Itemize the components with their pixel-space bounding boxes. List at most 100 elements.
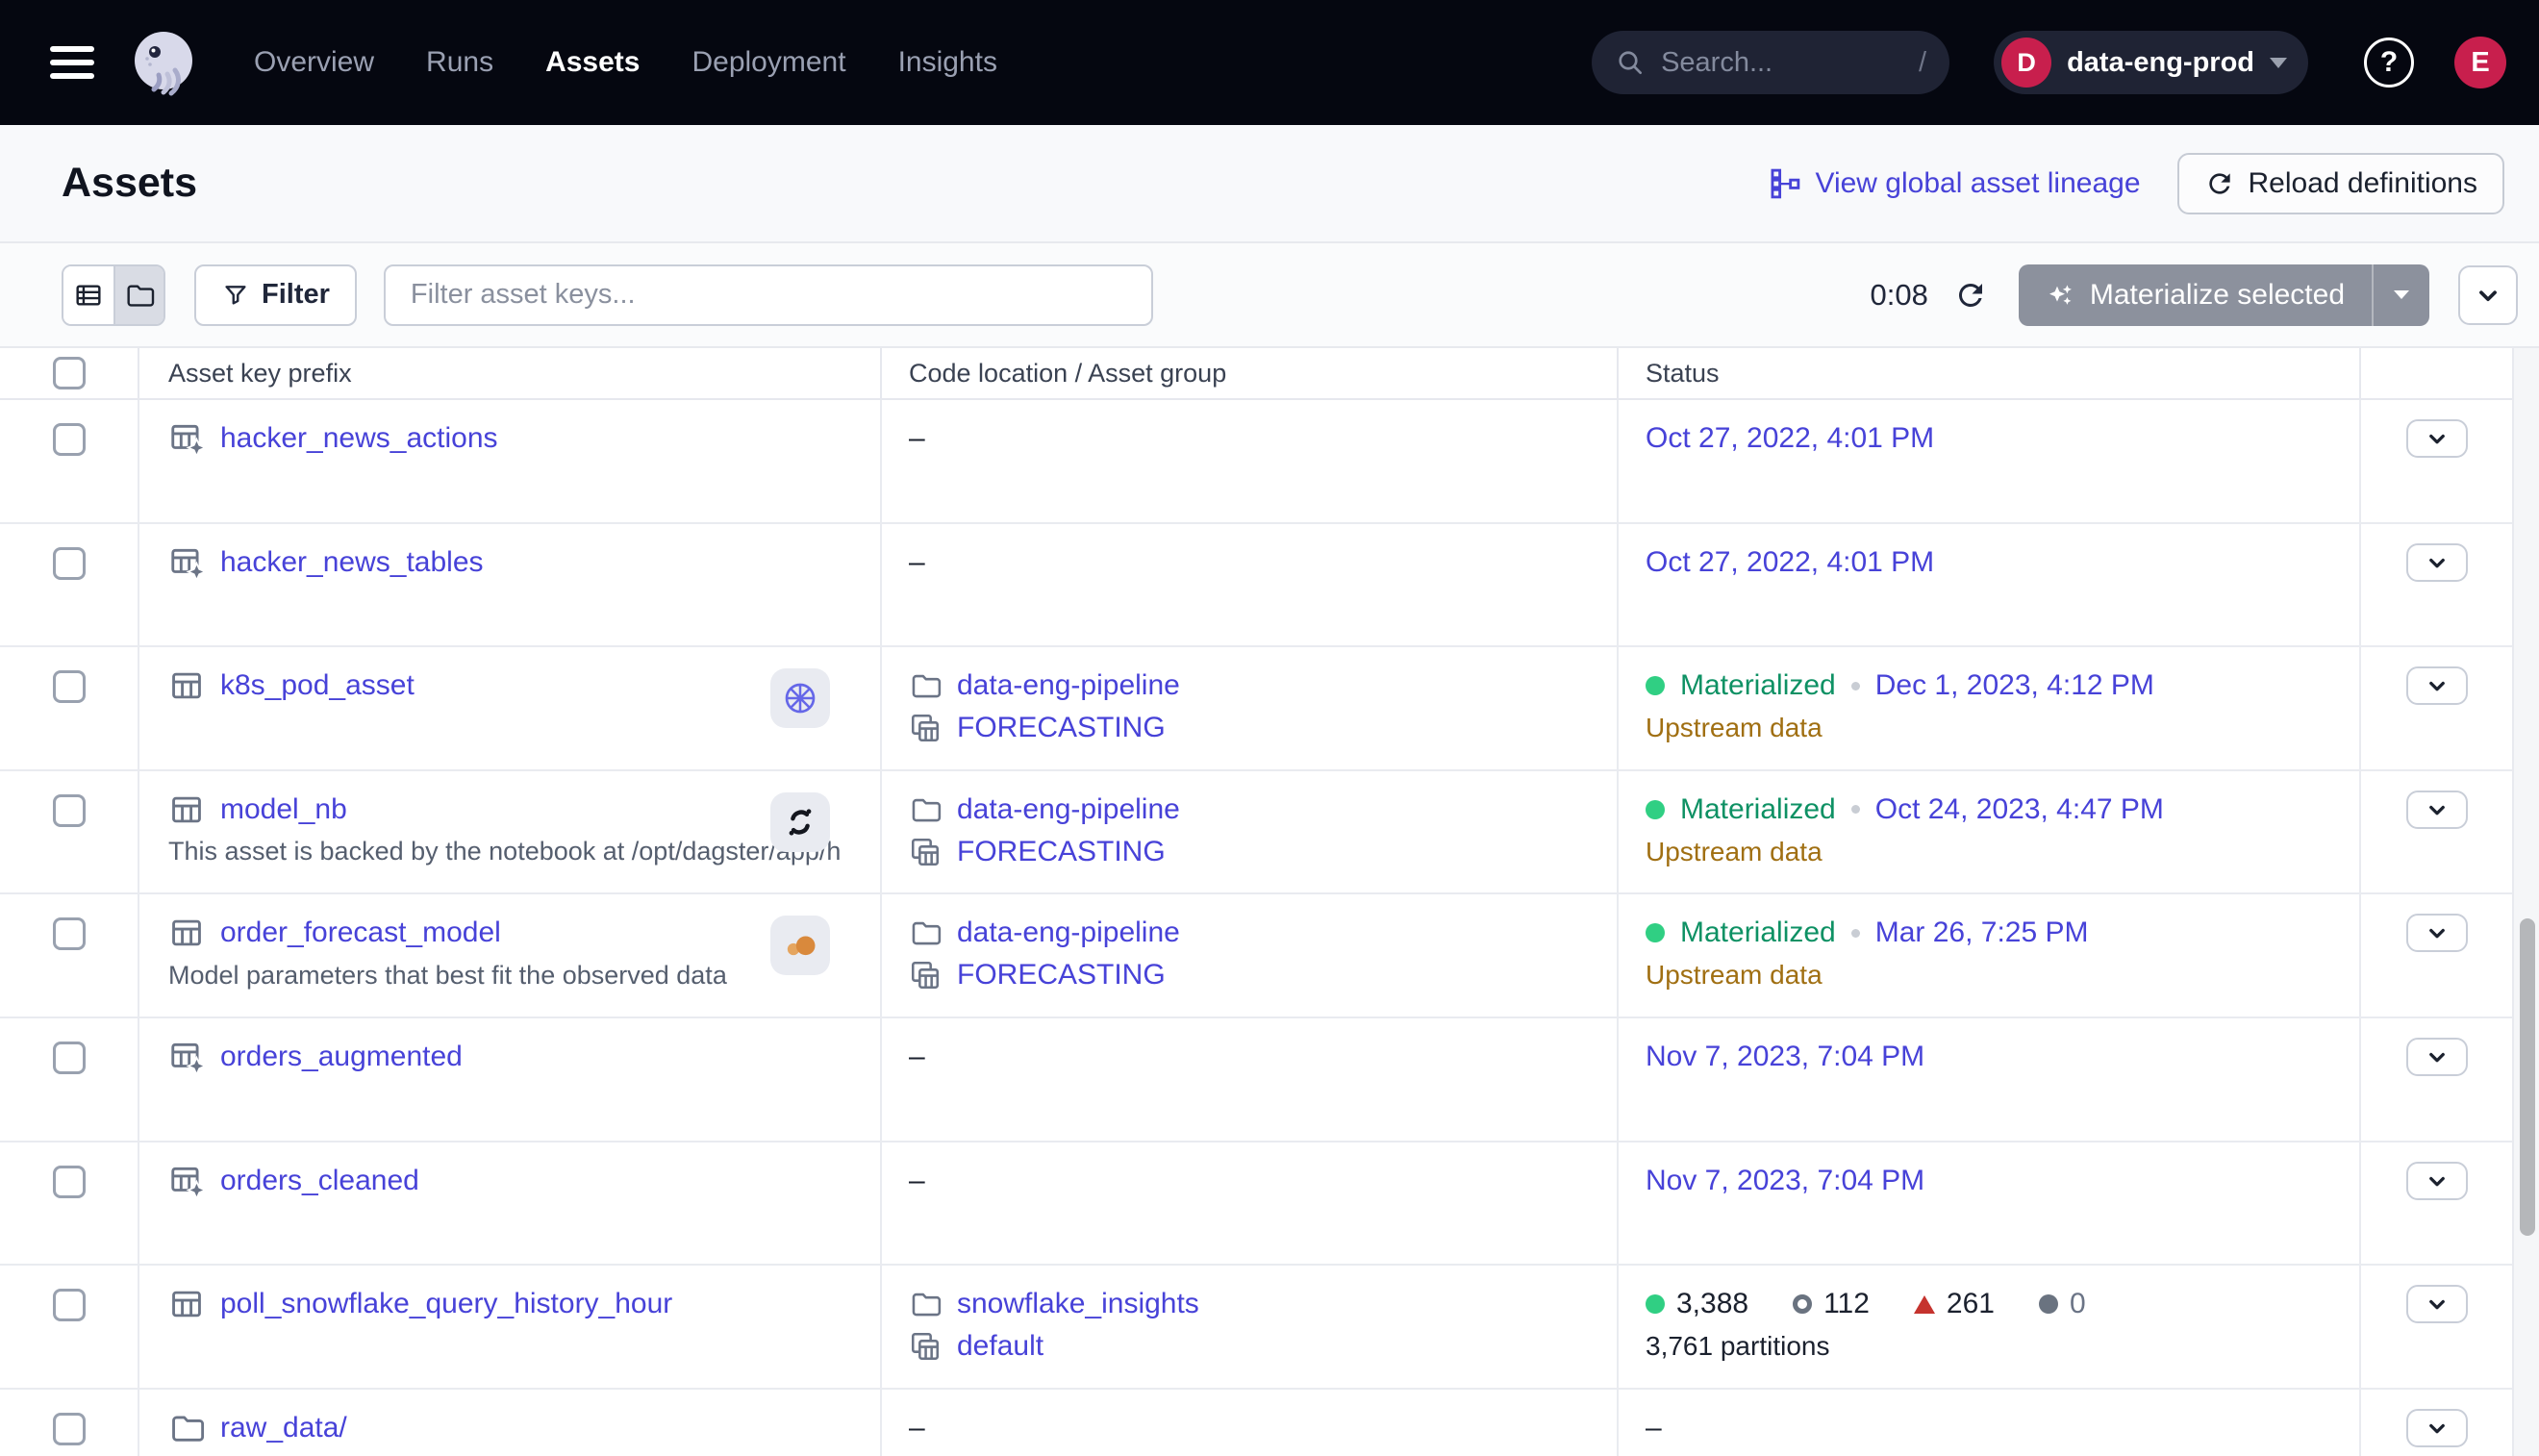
status-label: Materialized [1680,669,1836,702]
asset-key-link[interactable]: orders_cleaned [220,1165,419,1197]
row-checkbox[interactable] [53,1289,86,1321]
nav-right-group: Search... / D data-eng-prod ? E [1592,31,2506,94]
materialization-date-link[interactable]: Oct 27, 2022, 4:01 PM [1646,422,1934,455]
nav-item-runs[interactable]: Runs [426,46,493,79]
asset-key-link[interactable]: k8s_pod_asset [220,669,415,702]
asset-group-icon [909,836,942,868]
asset-key-link[interactable]: hacker_news_tables [220,546,484,579]
workspace-badge: D [2001,38,2051,88]
help-icon[interactable]: ? [2364,38,2414,88]
expand-row-button[interactable] [2406,1285,2468,1323]
scrollbar-track[interactable] [2512,348,2539,1456]
asset-group-link[interactable]: default [957,1330,1043,1363]
kubernetes-icon [781,679,819,717]
expand-row-button[interactable] [2406,666,2468,705]
code-location-link[interactable]: snowflake_insights [957,1288,1199,1320]
expand-row-button[interactable] [2406,543,2468,582]
nav-item-assets[interactable]: Assets [545,46,640,79]
filter-asset-keys-input[interactable] [384,264,1153,326]
reload-button-label: Reload definitions [2249,167,2478,200]
materialized-dot-icon [1646,800,1665,819]
scrollbar-thumb[interactable] [2520,918,2535,1236]
avatar-initial: E [2471,47,2489,79]
top-nav: Overview Runs Assets Deployment Insights… [0,0,2539,125]
chevron-down-icon [2423,671,2451,700]
folder-icon [909,793,942,826]
table-row: orders_cleaned – Nov 7, 2023, 7:04 PM [0,1142,2539,1267]
empty-value: – [909,1165,925,1197]
table-row: model_nb This asset is backed by the not… [0,771,2539,895]
materialization-date-link[interactable]: Nov 7, 2023, 7:04 PM [1646,1165,1924,1197]
page-title: Assets [62,160,197,207]
page-header: Assets View global asset lineage Reload … [0,125,2539,243]
separator-dot-icon [1851,929,1860,938]
expand-row-button[interactable] [2406,1162,2468,1200]
failed-count: 261 [1947,1288,1995,1320]
upstream-data-note: Upstream data [1646,707,2359,749]
code-location-link[interactable]: data-eng-pipeline [957,669,1180,702]
status-label: Materialized [1680,916,1836,949]
empty-value: – [909,1041,925,1073]
materialize-selected-main[interactable]: Materialize selected [2019,264,2372,326]
flat-view-button[interactable] [63,266,113,324]
hamburger-menu-icon[interactable] [50,46,94,79]
asset-key-link[interactable]: order_forecast_model [220,916,501,949]
materialization-date-link[interactable]: Mar 26, 7:25 PM [1875,916,2089,949]
row-checkbox[interactable] [53,794,86,827]
expand-row-button[interactable] [2406,914,2468,952]
asset-group-link[interactable]: FORECASTING [957,836,1166,868]
reload-definitions-button[interactable]: Reload definitions [2177,153,2505,214]
missing-ring-icon [1793,1294,1812,1314]
folder-icon [909,916,942,949]
view-global-asset-lineage-link[interactable]: View global asset lineage [1769,167,2140,200]
expand-row-button[interactable] [2406,419,2468,458]
status-label: Materialized [1680,793,1836,826]
asset-key-link[interactable]: hacker_news_actions [220,422,498,455]
row-checkbox[interactable] [53,547,86,580]
asset-key-link[interactable]: raw_data/ [220,1412,347,1444]
search-input[interactable]: Search... / [1592,31,1949,94]
expand-row-button[interactable] [2406,791,2468,829]
chevron-down-icon [2423,1414,2451,1443]
collapse-all-button[interactable] [2458,265,2518,325]
asset-table-icon [168,1286,205,1322]
select-all-checkbox[interactable] [53,357,86,389]
wandb-badge [770,916,830,975]
table-row: k8s_pod_asset data-eng-pipeline FORECAST… [0,647,2539,771]
search-icon [1615,47,1646,78]
row-checkbox[interactable] [53,917,86,950]
caret-down-icon [2394,290,2409,299]
expand-row-button[interactable] [2406,1409,2468,1447]
row-checkbox[interactable] [53,670,86,703]
materialization-date-link[interactable]: Oct 27, 2022, 4:01 PM [1646,546,1934,579]
user-avatar[interactable]: E [2454,37,2506,88]
row-checkbox[interactable] [53,1166,86,1198]
asset-key-link[interactable]: orders_augmented [220,1041,463,1073]
nav-item-insights[interactable]: Insights [898,46,997,79]
asset-description: Model parameters that best fit the obser… [168,954,842,996]
folder-icon [909,1288,942,1320]
materialization-date-link[interactable]: Nov 7, 2023, 7:04 PM [1646,1041,1924,1073]
asset-group-link[interactable]: FORECASTING [957,712,1166,744]
asset-key-link[interactable]: model_nb [220,793,347,826]
row-checkbox[interactable] [53,423,86,456]
materialization-date-link[interactable]: Oct 24, 2023, 4:47 PM [1875,793,2164,826]
nav-item-deployment[interactable]: Deployment [691,46,845,79]
row-checkbox[interactable] [53,1042,86,1074]
asset-prefix-icon [168,420,205,457]
code-location-link[interactable]: data-eng-pipeline [957,916,1180,949]
expand-row-button[interactable] [2406,1038,2468,1076]
code-location-link[interactable]: data-eng-pipeline [957,793,1180,826]
materialize-dropdown-toggle[interactable] [2374,264,2429,326]
directory-view-button[interactable] [113,266,163,324]
refresh-icon[interactable] [1953,278,1988,313]
row-checkbox[interactable] [53,1413,86,1445]
asset-key-link[interactable]: poll_snowflake_query_history_hour [220,1288,672,1320]
materialization-date-link[interactable]: Dec 1, 2023, 4:12 PM [1875,669,2154,702]
asset-group-link[interactable]: FORECASTING [957,959,1166,992]
nav-item-overview[interactable]: Overview [254,46,374,79]
materialize-label: Materialize selected [2090,279,2345,312]
workspace-switcher[interactable]: D data-eng-prod [1994,31,2308,94]
filter-button[interactable]: Filter [194,264,357,326]
chevron-down-icon [2423,918,2451,947]
